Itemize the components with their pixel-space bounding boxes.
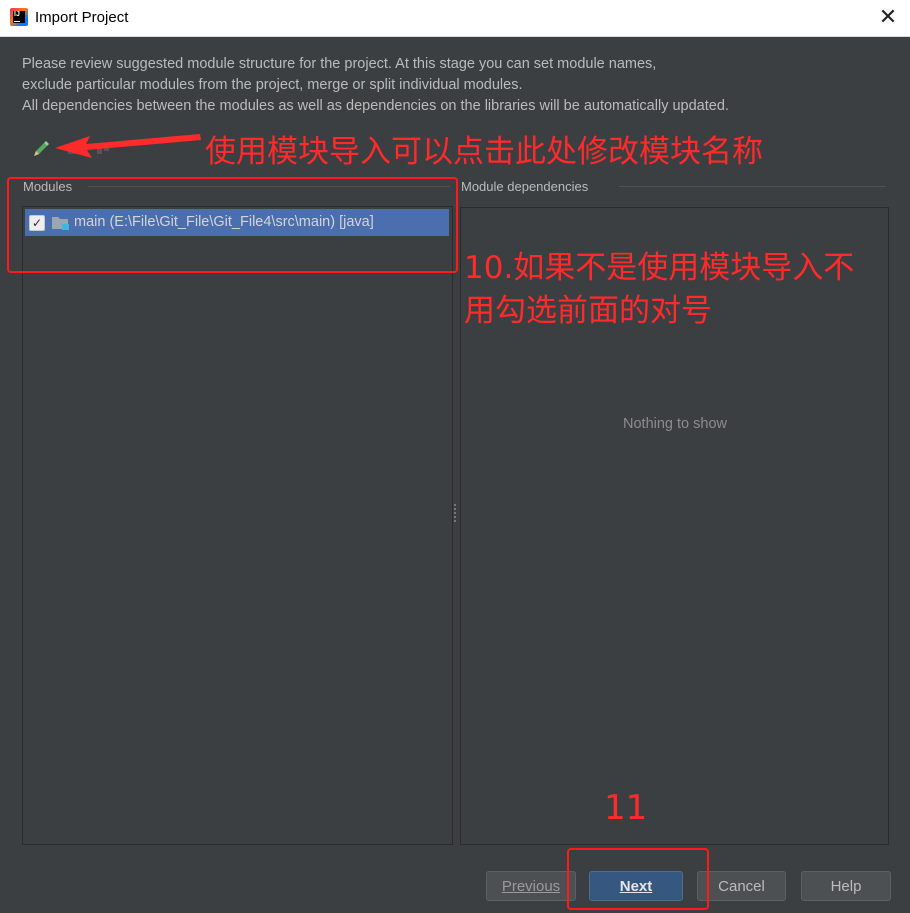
annotation-box-modules [7,177,458,273]
annotation-box-next [567,848,709,910]
annotation-step10-line2: 用勾选前面的对号 [464,293,712,329]
annotation-step11: 11 [604,788,648,828]
annotation-step10-line1: 10.如果不是使用模块导入不 [464,250,855,286]
annotation-rename-hint: 使用模块导入可以点击此处修改模块名称 [205,134,763,170]
